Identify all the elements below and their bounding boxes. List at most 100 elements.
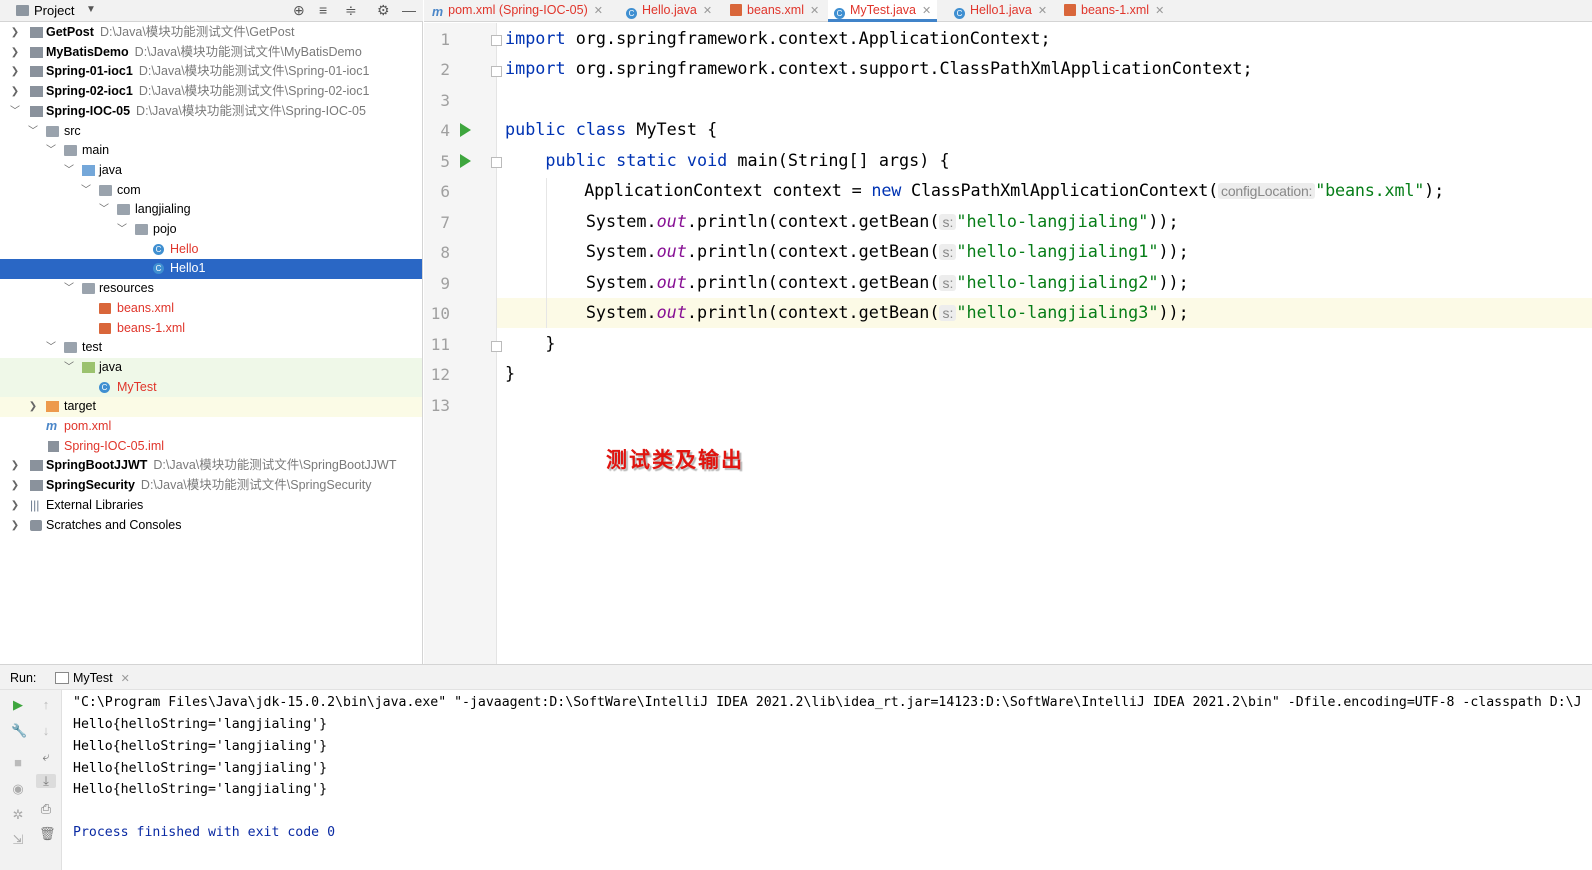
stop-icon[interactable]: ■ (11, 756, 25, 770)
close-icon[interactable]: ✕ (810, 5, 819, 17)
string-literal: "beans.xml" (1315, 180, 1425, 200)
chevron-down-icon[interactable]: ﹀ (46, 338, 56, 358)
tree-item-beans-xml[interactable]: beans.xml (0, 299, 422, 319)
tree-item-path: D:\Java\模块功能测试文件\Spring-IOC-05 (136, 103, 366, 118)
console-line: Hello{helloString='langjialing'} (73, 739, 328, 754)
source-folder-icon (82, 164, 95, 176)
close-icon[interactable]: ✕ (1155, 5, 1164, 17)
minimize-icon[interactable]: — (402, 2, 416, 18)
close-icon[interactable]: ✕ (703, 5, 712, 17)
fold-icon[interactable] (491, 341, 502, 352)
fold-icon[interactable] (491, 157, 502, 168)
tree-item-test-java[interactable]: ﹀ java (0, 357, 422, 378)
tree-item-pom-xml[interactable]: m pom.xml (0, 417, 422, 437)
close-icon[interactable]: ✕ (121, 673, 130, 685)
tree-item-resources[interactable]: ﹀ resources (0, 279, 422, 299)
chevron-right-icon[interactable]: ❯ (10, 82, 20, 102)
chevron-right-icon[interactable]: ❯ (10, 456, 20, 476)
chevron-right-icon[interactable]: ❯ (10, 476, 20, 496)
chevron-down-icon[interactable]: ﹀ (64, 279, 74, 299)
run-gutter-icon[interactable] (460, 123, 471, 137)
chevron-right-icon[interactable]: ❯ (10, 43, 20, 63)
tab-mytest-java[interactable]: C MyTest.java ✕ (828, 0, 938, 22)
chevron-right-icon[interactable]: ❯ (10, 23, 20, 43)
tree-item-pojo[interactable]: ﹀ pojo (0, 220, 422, 240)
tree-item-src[interactable]: ﹀ src (0, 122, 422, 142)
tree-item-beans-1-xml[interactable]: beans-1.xml (0, 319, 422, 339)
print-icon[interactable]: ⎙ (39, 802, 53, 816)
tree-item-iml[interactable]: Spring-IOC-05.iml (0, 437, 422, 457)
collapse-all-icon[interactable]: ≑ (345, 2, 357, 19)
chevron-right-icon[interactable]: ❯ (28, 397, 38, 417)
chevron-down-icon[interactable]: ﹀ (46, 141, 56, 161)
line-number: 8 (440, 243, 450, 262)
tree-item-getpost[interactable]: ❯ GetPost D:\Java\模块功能测试文件\GetPost (0, 23, 422, 43)
tree-item-springbootjjwt[interactable]: ❯ SpringBootJJWT D:\Java\模块功能测试文件\SpringB… (0, 456, 422, 476)
tree-item-scratches[interactable]: ❯ Scratches and Consoles (0, 516, 422, 536)
tree-item-test[interactable]: ﹀ test (0, 338, 422, 358)
locate-icon[interactable]: ⊕ (293, 2, 305, 19)
soft-wrap-icon[interactable]: ⤶ (39, 750, 53, 764)
tree-item-spring-01-ioc1[interactable]: ❯ Spring-01-ioc1 D:\Java\模块功能测试文件\Spring-… (0, 62, 422, 82)
trash-icon[interactable]: 🗑 (39, 827, 56, 841)
tree-item-label: java (99, 359, 122, 374)
tree-item-mytest[interactable]: C MyTest (0, 377, 422, 398)
chevron-down-icon[interactable]: ﹀ (28, 122, 38, 142)
tab-pom-xml[interactable]: m pom.xml (Spring-IOC-05) ✕ (432, 0, 603, 22)
tree-item-hello1[interactable]: C Hello1 (0, 259, 422, 280)
gear-icon[interactable]: ⚙ (377, 2, 390, 19)
chevron-right-icon[interactable]: ❯ (10, 62, 20, 82)
tree-item-java[interactable]: ﹀ java (0, 161, 422, 181)
chevron-down-icon[interactable]: ﹀ (99, 200, 109, 220)
arrow-down-icon[interactable]: ↓ (39, 724, 53, 738)
fold-icon[interactable] (491, 66, 502, 77)
chevron-down-icon[interactable]: ﹀ (64, 358, 74, 378)
tab-hello1-java[interactable]: C Hello1.java ✕ (954, 0, 1047, 22)
static-field: out (656, 302, 687, 322)
code-text: System. (505, 241, 657, 261)
tree-item-springsecurity[interactable]: ❯ SpringSecurity D:\Java\模块功能测试文件\SpringS… (0, 476, 422, 496)
tree-item-com[interactable]: ﹀ com (0, 181, 422, 201)
chevron-down-icon[interactable]: ﹀ (81, 181, 91, 201)
rerun-icon[interactable]: ▶ (11, 698, 25, 712)
run-gutter-icon[interactable] (460, 154, 471, 168)
tree-item-spring-ioc-05[interactable]: ﹀ Spring-IOC-05 D:\Java\模块功能测试文件\Spring-I… (0, 102, 422, 122)
run-tab-mytest[interactable]: MyTest ✕ (73, 671, 130, 685)
code-text: org.springframework.context.ApplicationC… (565, 28, 1051, 48)
project-panel-title[interactable]: Project (34, 3, 74, 18)
tree-item-spring-02-ioc1[interactable]: ❯ Spring-02-ioc1 D:\Java\模块功能测试文件\Spring-… (0, 82, 422, 102)
tree-item-path: D:\Java\模块功能测试文件\SpringSecurity (140, 478, 372, 493)
tab-beans-1-xml[interactable]: beans-1.xml ✕ (1064, 0, 1164, 22)
tree-item-langjialing[interactable]: ﹀ langjialing (0, 200, 422, 220)
tree-item-hello[interactable]: C Hello (0, 240, 422, 260)
chevron-down-icon[interactable]: ﹀ (10, 102, 20, 122)
close-icon[interactable]: ✕ (1038, 5, 1047, 17)
tree-item-mybatisdemo[interactable]: ❯ MyBatisDemo D:\Java\模块功能测试文件\MyBatisDem… (0, 43, 422, 63)
wrench-icon[interactable]: 🔧 (11, 724, 27, 738)
project-folder-icon (16, 5, 29, 16)
chevron-right-icon[interactable]: ❯ (10, 496, 20, 516)
scroll-to-end-icon[interactable]: ⤓ (36, 774, 56, 788)
code-text: .println(context.getBean( (686, 272, 940, 292)
close-icon[interactable]: ✕ (594, 5, 603, 17)
fold-icon[interactable] (491, 35, 502, 46)
tab-hello-java[interactable]: C Hello.java ✕ (626, 0, 712, 22)
settings-icon[interactable]: ✲ (11, 808, 25, 822)
chevron-down-icon[interactable]: ▼ (86, 4, 96, 15)
tab-beans-xml[interactable]: beans.xml ✕ (730, 0, 819, 22)
arrow-up-icon[interactable]: ↑ (39, 698, 53, 712)
string-literal: "hello-langjialing1" (956, 241, 1159, 261)
chevron-right-icon[interactable]: ❯ (10, 516, 20, 536)
tree-item-target[interactable]: ❯ target (0, 397, 422, 417)
chevron-down-icon[interactable]: ﹀ (64, 161, 74, 181)
tree-item-label: com (117, 182, 141, 197)
chevron-down-icon[interactable]: ﹀ (117, 220, 127, 240)
exit-icon[interactable]: ⇲ (11, 833, 25, 847)
expand-all-icon[interactable]: ≡ (319, 2, 327, 18)
tree-item-external-libraries[interactable]: ❯ ||| External Libraries (0, 496, 422, 516)
camera-icon[interactable]: ◉ (11, 782, 25, 796)
close-icon[interactable]: ✕ (922, 5, 931, 17)
tree-item-label: langjialing (135, 202, 191, 217)
tree-item-main[interactable]: ﹀ main (0, 141, 422, 161)
line-number: 2 (440, 60, 450, 79)
